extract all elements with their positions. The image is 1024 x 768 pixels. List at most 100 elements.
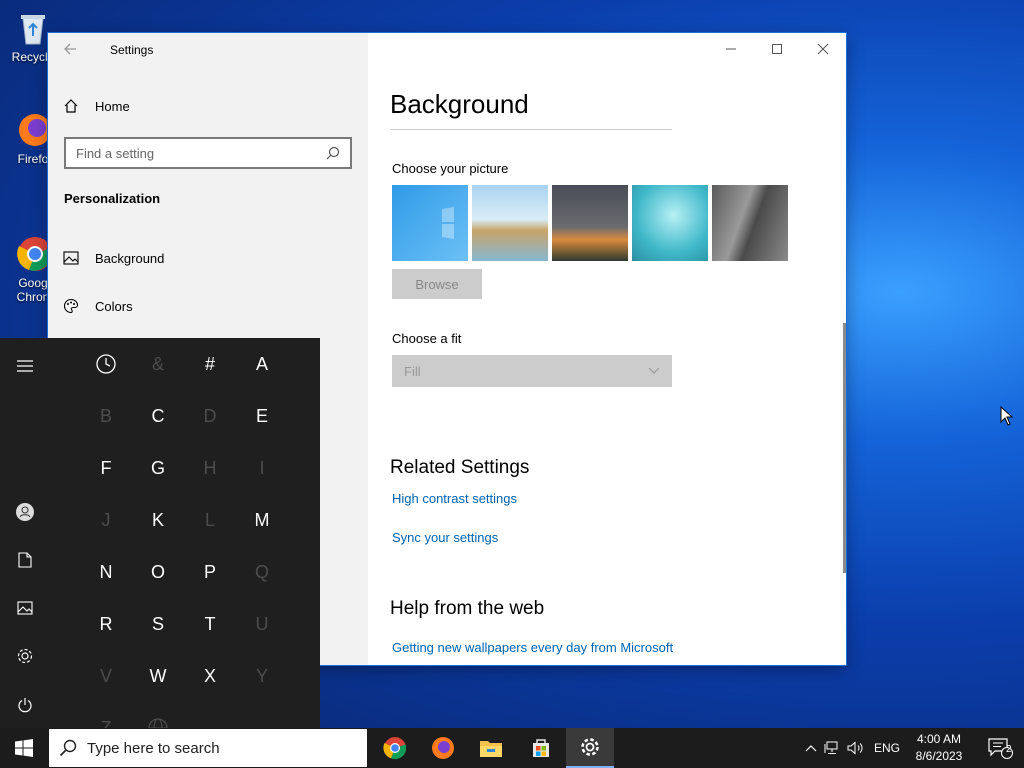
chrome-icon bbox=[383, 737, 407, 760]
system-tray: ENG bbox=[802, 728, 900, 768]
wallpaper-thumbnail[interactable] bbox=[712, 185, 788, 261]
notification-count-badge: 2 bbox=[1006, 744, 1012, 755]
letter-m[interactable]: M bbox=[240, 498, 284, 542]
close-icon bbox=[817, 43, 829, 55]
letter-n[interactable]: N bbox=[84, 550, 128, 594]
globe-icon bbox=[148, 718, 168, 728]
choose-fit-label: Choose a fit bbox=[392, 331, 462, 346]
folder-icon bbox=[480, 741, 502, 757]
gear-icon bbox=[17, 648, 33, 664]
letter-d: D bbox=[203, 405, 217, 426]
sync-settings-link[interactable]: Sync your settings bbox=[392, 530, 498, 545]
hamburger-icon bbox=[17, 360, 33, 372]
letter-recent[interactable] bbox=[84, 342, 128, 386]
wallpaper-thumbnail[interactable] bbox=[472, 185, 548, 261]
letter-f[interactable]: F bbox=[84, 446, 128, 490]
section-heading: Personalization bbox=[64, 191, 161, 206]
taskbar-file-explorer[interactable] bbox=[467, 728, 515, 768]
letter-b: B bbox=[99, 405, 112, 426]
letter-l: L bbox=[204, 509, 215, 530]
high-contrast-link[interactable]: High contrast settings bbox=[392, 491, 517, 506]
wallpaper-thumbnail[interactable] bbox=[552, 185, 628, 261]
letter-k[interactable]: K bbox=[136, 498, 180, 542]
letter-o[interactable]: O bbox=[136, 550, 180, 594]
sidebar-item-background[interactable]: Background bbox=[62, 246, 164, 270]
letter-x[interactable]: X bbox=[188, 654, 232, 698]
maximize-button[interactable] bbox=[754, 33, 800, 65]
letter-s[interactable]: S bbox=[136, 602, 180, 646]
letter-t[interactable]: T bbox=[188, 602, 232, 646]
letter-w[interactable]: W bbox=[136, 654, 180, 698]
firefox-icon bbox=[13, 110, 53, 150]
nav-home[interactable]: Home bbox=[62, 94, 130, 118]
title-divider bbox=[390, 129, 672, 130]
letter-q: Q bbox=[254, 561, 269, 582]
scrollbar[interactable] bbox=[843, 323, 846, 573]
taskbar-chrome[interactable] bbox=[371, 728, 419, 768]
documents-button[interactable] bbox=[12, 547, 38, 573]
letter-h: H bbox=[203, 457, 217, 478]
search-icon bbox=[59, 739, 77, 757]
network-button[interactable] bbox=[820, 741, 844, 755]
letter-a[interactable]: A bbox=[240, 342, 284, 386]
letter-hash[interactable]: # bbox=[188, 342, 232, 386]
taskbar-firefox[interactable] bbox=[419, 728, 467, 768]
power-button[interactable] bbox=[12, 692, 38, 718]
pictures-button[interactable] bbox=[12, 595, 38, 621]
sidebar-item-colors[interactable]: Colors bbox=[62, 294, 133, 318]
settings-button[interactable] bbox=[12, 643, 38, 669]
start-button[interactable] bbox=[0, 728, 48, 768]
recycle-bin-icon bbox=[13, 8, 53, 48]
taskbar-search-placeholder: Type here to search bbox=[87, 739, 220, 757]
fit-dropdown[interactable]: Fill bbox=[392, 355, 672, 387]
fit-dropdown-value: Fill bbox=[404, 363, 421, 379]
nav-home-label: Home bbox=[95, 98, 130, 114]
find-setting-search[interactable] bbox=[64, 137, 352, 169]
start-menu: & # A B C D E F G H I J K L M N O P Q R … bbox=[0, 338, 320, 728]
letter-e[interactable]: E bbox=[240, 394, 284, 438]
show-hidden-icons-button[interactable] bbox=[802, 744, 820, 752]
back-button[interactable] bbox=[62, 41, 82, 59]
wallpaper-thumbnail[interactable] bbox=[632, 185, 708, 261]
taskbar: Type here to search ENG 4:00 AM 8/6/2023… bbox=[0, 728, 1024, 768]
firefox-icon bbox=[432, 737, 454, 759]
wallpapers-link[interactable]: Getting new wallpapers every day from Mi… bbox=[392, 640, 673, 655]
mouse-pointer bbox=[1000, 405, 1014, 431]
letter-r[interactable]: R bbox=[84, 602, 128, 646]
language-indicator[interactable]: ENG bbox=[874, 741, 900, 755]
home-icon bbox=[62, 97, 80, 115]
taskbar-settings[interactable] bbox=[566, 728, 614, 768]
volume-button[interactable] bbox=[844, 741, 868, 755]
letter-c[interactable]: C bbox=[136, 394, 180, 438]
close-button[interactable] bbox=[800, 33, 846, 65]
picture-icon bbox=[62, 249, 80, 267]
store-icon bbox=[533, 739, 549, 757]
taskbar-clock[interactable]: 4:00 AM 8/6/2023 bbox=[908, 731, 970, 765]
expand-menu-button[interactable] bbox=[12, 353, 38, 379]
letter-v: V bbox=[99, 665, 112, 686]
letter-globe bbox=[136, 706, 180, 728]
action-center-button[interactable]: 2 bbox=[976, 728, 1024, 768]
letter-z: Z bbox=[100, 717, 112, 729]
user-icon bbox=[16, 503, 34, 521]
letter-p[interactable]: P bbox=[188, 550, 232, 594]
chevron-up-icon bbox=[805, 745, 817, 752]
search-input[interactable] bbox=[76, 145, 326, 161]
minimize-button[interactable] bbox=[708, 33, 754, 65]
taskbar-store[interactable] bbox=[517, 728, 565, 768]
browse-button[interactable]: Browse bbox=[392, 269, 482, 299]
letter-i: I bbox=[259, 457, 265, 478]
user-account-button[interactable] bbox=[12, 499, 38, 525]
letter-g[interactable]: G bbox=[136, 446, 180, 490]
letter-amp: & bbox=[151, 353, 164, 374]
document-icon bbox=[18, 552, 32, 568]
clock-time: 4:00 AM bbox=[916, 732, 962, 746]
taskbar-search[interactable]: Type here to search bbox=[49, 729, 367, 767]
power-icon bbox=[18, 698, 32, 713]
back-arrow-icon bbox=[64, 43, 76, 55]
settings-content: Background Choose your picture Browse Ch… bbox=[368, 33, 846, 665]
wallpaper-thumbnail[interactable] bbox=[392, 185, 468, 261]
letter-j: J bbox=[101, 509, 111, 530]
cursor-arrow-icon bbox=[1000, 405, 1014, 426]
maximize-icon bbox=[772, 44, 782, 54]
